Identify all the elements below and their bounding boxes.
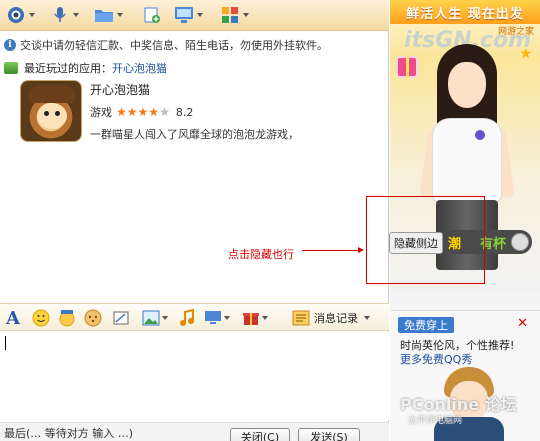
star-icon: ★ (126, 105, 138, 119)
voice-call-button[interactable] (50, 4, 79, 26)
circle-icon (511, 233, 529, 251)
image-icon (142, 309, 160, 327)
recent-app-link[interactable]: 开心泡泡猫 (112, 60, 167, 76)
security-notice: i 交谈中请勿轻信汇款、中奖信息、陌生电话，勿使用外挂软件。 (4, 37, 328, 53)
smiley-icon (32, 309, 50, 327)
app-category: 游戏 (90, 106, 112, 119)
star-icon: ★ (116, 105, 127, 119)
chevron-down-icon (243, 13, 249, 17)
screen-share-button[interactable] (204, 308, 230, 328)
ad-banner-bottom[interactable]: 免费穿上 ✕ 时尚英伦风，个性推荐! 更多免费QQ秀 PConline 论坛 太… (390, 310, 540, 441)
annotation-text: 点击隐藏也行 (228, 248, 294, 261)
scissors-icon (112, 309, 130, 327)
info-icon: i (4, 39, 16, 51)
screen-share-icon (204, 309, 222, 327)
shake-button[interactable] (84, 308, 102, 328)
monitor-icon (174, 5, 194, 25)
recent-apps-row: 最近玩过的应用： 开心泡泡猫 (4, 60, 167, 76)
music-note-icon (178, 309, 196, 327)
apps-button[interactable] (220, 4, 249, 26)
app-meta: 游戏 ★ ★ ★ ★ ★ 8.2 (90, 104, 193, 120)
hide-sidebar-button[interactable]: 隐藏侧边 (389, 232, 443, 254)
folder-icon (94, 5, 114, 25)
magic-face-icon (58, 309, 76, 327)
chevron-down-icon (197, 13, 203, 17)
gift-button[interactable] (242, 308, 268, 328)
chevron-down-icon (224, 316, 230, 320)
font-button[interactable]: A (6, 307, 20, 329)
edit-toolbar: A 消息记录 (0, 303, 389, 331)
star-icon: ★ (519, 46, 532, 62)
magic-emoji-button[interactable] (58, 308, 76, 328)
chevron-down-icon (29, 13, 35, 17)
send-file-button[interactable] (94, 4, 123, 26)
message-input[interactable] (0, 332, 389, 420)
app-score: 8.2 (175, 105, 194, 119)
app-center-icon (4, 62, 18, 74)
app-thumbnail[interactable] (20, 80, 82, 142)
security-notice-text: 交谈中请勿轻信汇款、中奖信息、陌生电话，勿使用外挂软件。 (20, 39, 328, 52)
remote-desktop-button[interactable] (174, 4, 203, 26)
chevron-down-icon (73, 13, 79, 17)
emoji-button[interactable] (32, 308, 50, 328)
gift-icon (396, 56, 418, 78)
chevron-down-icon (364, 316, 370, 320)
recent-apps-label: 最近玩过的应用： (24, 62, 112, 75)
microphone-icon (50, 5, 70, 25)
star-icon: ★ (137, 105, 149, 119)
ad-banner-title: 鲜活人生 现在出发 (390, 0, 540, 24)
watermark-text: PConline 论坛 (400, 395, 517, 414)
music-button[interactable] (178, 308, 196, 328)
free-wear-tag[interactable]: 免费穿上 (398, 317, 454, 333)
gift-box-icon (242, 309, 260, 327)
ad-more-link[interactable]: 更多免费QQ秀 (400, 351, 472, 367)
message-history-label: 消息记录 (314, 312, 358, 325)
image-button[interactable] (142, 308, 168, 328)
chat-pane: i 交谈中请勿轻信汇款、中奖信息、陌生电话，勿使用外挂软件。 最近玩过的应用： … (0, 0, 389, 441)
send-button[interactable]: 发送(S) (298, 428, 360, 441)
document-add-icon (142, 5, 162, 25)
close-icon[interactable]: ✕ (517, 316, 528, 331)
font-icon: A (6, 307, 20, 329)
chevron-down-icon (262, 316, 268, 320)
top-toolbar (0, 0, 389, 31)
app-title[interactable]: 开心泡泡猫 (90, 81, 150, 98)
star-icon: ★ (148, 105, 160, 119)
text-caret (5, 336, 6, 350)
rating-stars: ★ ★ ★ ★ ★ (116, 106, 170, 118)
cookie-face-icon (84, 309, 102, 327)
bottom-status-text: 最后(… 等待对方 输入 …) (4, 427, 134, 440)
watermark-subtext: 太平洋电脑网 (408, 416, 463, 426)
apps-grid-icon (220, 5, 240, 25)
shirt-logo-icon (475, 130, 485, 140)
message-history-button[interactable]: 消息记录 (292, 308, 370, 328)
close-button[interactable]: 关闭(C) (230, 428, 290, 441)
chevron-down-icon (117, 13, 123, 17)
camera-icon (6, 5, 26, 25)
star-icon: ★ (159, 105, 170, 119)
video-call-button[interactable] (6, 4, 35, 26)
chevron-down-icon (162, 316, 168, 320)
add-app-button[interactable] (142, 4, 162, 26)
history-icon (292, 309, 310, 327)
annotation-arrow (302, 247, 364, 253)
app-description: 一群喵星人闯入了风靡全球的泡泡龙游戏， (90, 128, 299, 141)
screenshot-button[interactable] (112, 308, 130, 328)
